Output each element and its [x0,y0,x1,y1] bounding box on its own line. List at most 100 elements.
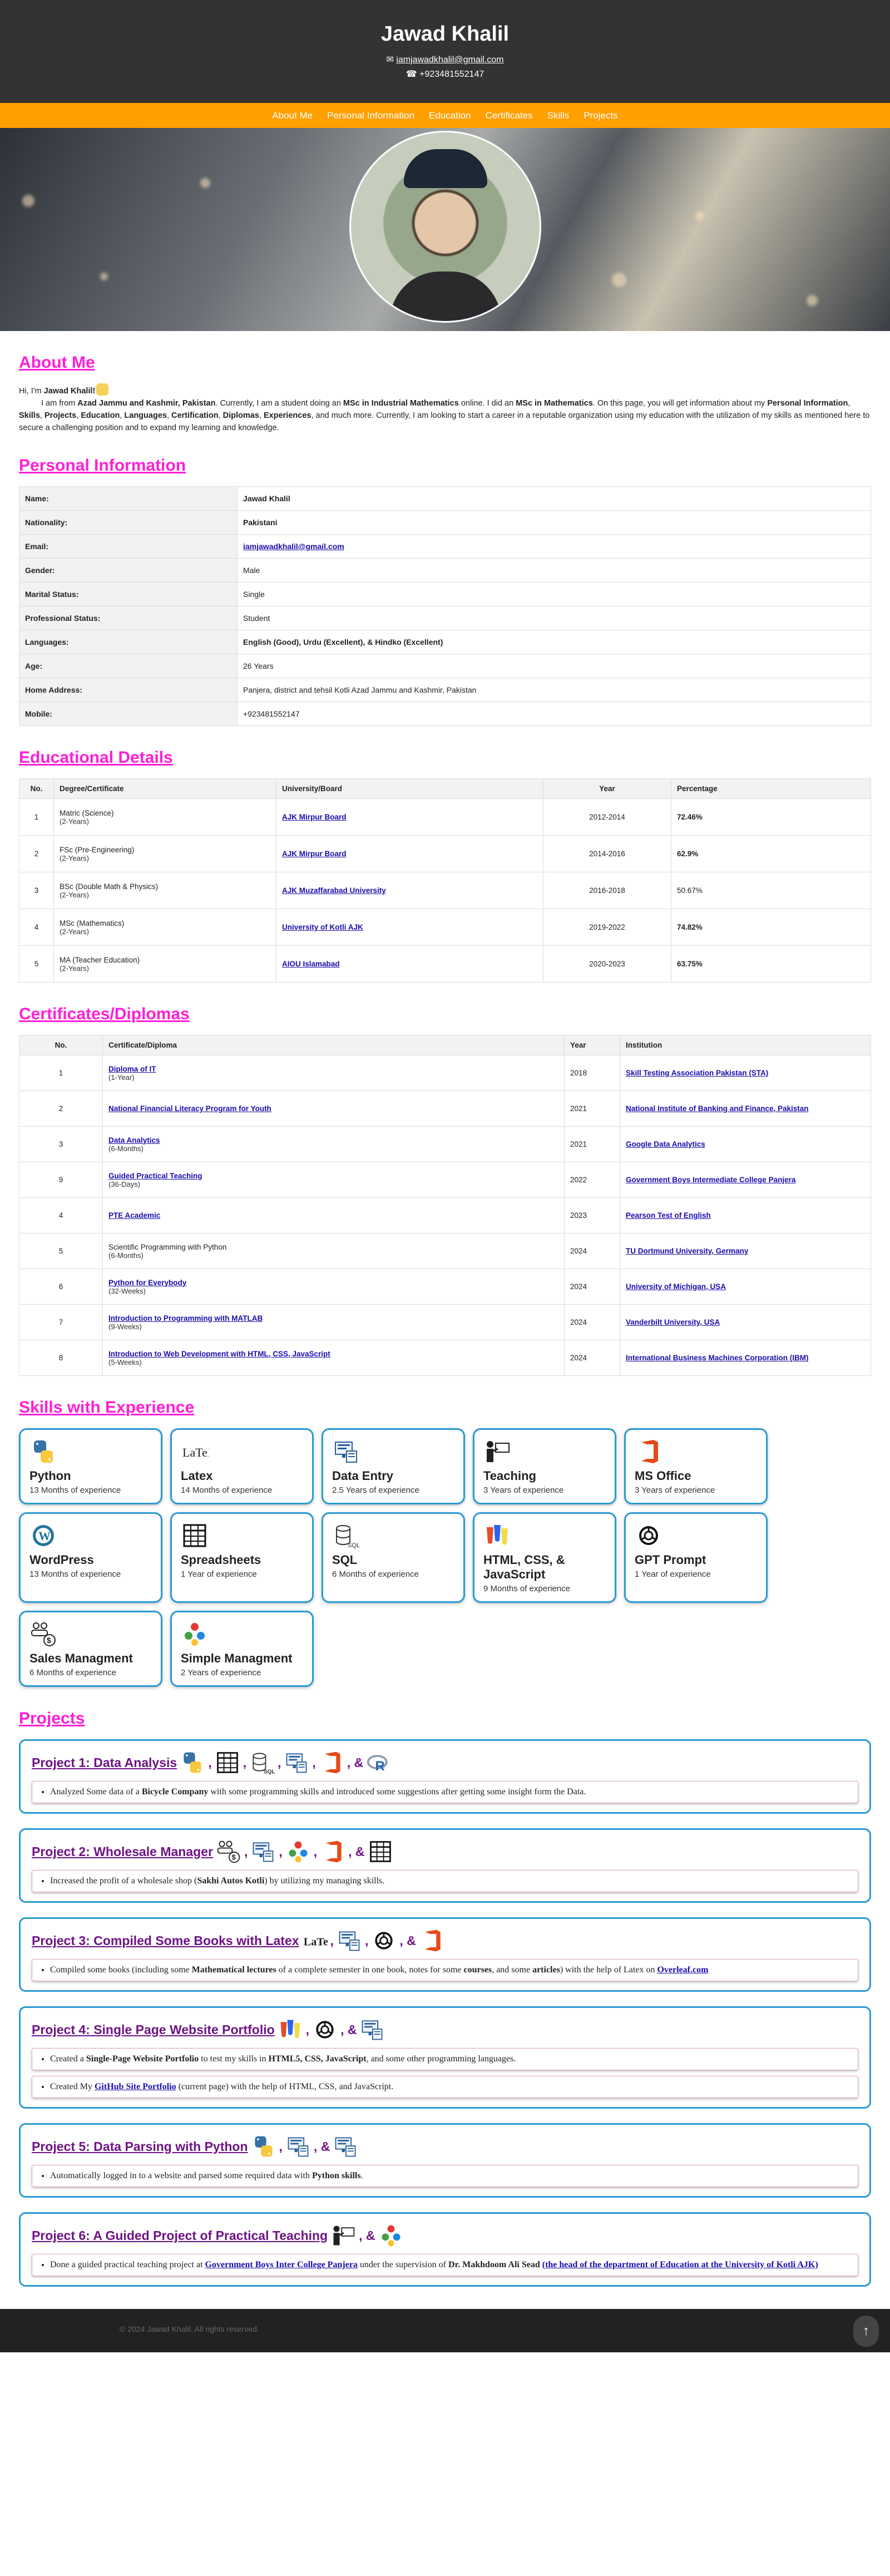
skill-card[interactable]: HTML, CSS, & JavaScript 9 Months of exper… [473,1512,616,1603]
separator: , [313,1844,318,1859]
certificate-duration: (6-Months) [108,1251,144,1260]
institution-cell: Pearson Test of English [620,1197,871,1233]
certificate-link[interactable]: Diploma of IT [108,1065,156,1073]
certificate-link[interactable]: Introduction to Web Development with HTM… [108,1350,330,1358]
percentage-value: 50.67% [677,886,703,895]
year-cell: 2021 [564,1090,620,1127]
institution-link[interactable]: Vanderbilt University, USA [626,1318,720,1326]
certificate-cell: Introduction to Programming with MATLAB(… [102,1304,565,1340]
skill-card[interactable]: Teaching 3 Years of experience [473,1428,616,1504]
certificate-link[interactable]: Introduction to Programming with MATLAB [108,1314,263,1322]
nav-link-certificates[interactable]: Certificates [486,110,533,121]
year-cell: 2020-2023 [543,945,671,983]
email-link[interactable]: iamjawadkhalil@gmail.com [243,542,344,551]
gpt-icon [639,1526,658,1545]
project-title-link[interactable]: Project 2: Wholesale Manager [32,1844,213,1859]
skill-card[interactable]: Simple Managment 2 Years of experience [170,1611,314,1687]
year-cell: 2022 [564,1162,620,1198]
institution-link[interactable]: National Institute of Banking and Financ… [626,1104,809,1113]
info-row: Nationality: Pakistani [19,510,871,535]
project-title-link[interactable]: Project 1: Data Analysis [32,1755,177,1770]
skill-experience: 13 Months of experience [29,1570,121,1579]
university-link[interactable]: AJK Mirpur Board [282,813,347,821]
skill-name: Sales Managment [29,1651,133,1665]
certificate-link[interactable]: Python for Everybody [108,1279,186,1287]
project-title-link[interactable]: Project 4: Single Page Website Portfolio [32,2022,275,2037]
nav-link-personal-information[interactable]: Personal Information [327,110,414,121]
skill-card[interactable]: Python 13 Months of experience [19,1428,162,1504]
institution-link[interactable]: Google Data Analytics [626,1140,705,1148]
institution-cell: TU Dortmund University, Germany [620,1233,871,1269]
email-link[interactable]: iamjawadkhalil@gmail.com [396,55,503,65]
inline-link[interactable]: Overleaf.com [657,1965,708,1975]
skill-card[interactable]: W WordPress 13 Months of experience [19,1512,162,1603]
project-card: Project 3: Compiled Some Books with Late… [19,1917,871,1992]
back-to-top-button[interactable]: ↑ [853,2316,879,2347]
institution-cell: National Institute of Banking and Financ… [620,1090,871,1127]
percentage-cell: 72.46% [671,798,871,836]
svg-text:R: R [375,1759,385,1774]
nav-link-about-me[interactable]: About Me [272,110,313,121]
institution-link[interactable]: International Business Machines Corporat… [626,1354,809,1362]
info-row: Languages: English (Good), Urdu (Excellen… [19,630,871,654]
institution-link[interactable]: University of Michigan, USA [626,1282,726,1291]
university-link[interactable]: AJK Muzaffarabad University [282,886,386,895]
university-link[interactable]: AIOU Islamabad [282,960,340,968]
inline-link[interactable]: Government Boys Inter College Panjera [205,2260,358,2269]
skill-card[interactable]: Spreadsheets 1 Year of experience [170,1512,314,1603]
info-value-text: Pakistani [243,518,278,527]
project-title-link[interactable]: Project 3: Compiled Some Books with Late… [32,1933,299,1948]
year-cell: 2019-2022 [543,909,671,946]
nav-link-projects[interactable]: Projects [584,110,617,121]
university-link[interactable]: University of Kotli AJK [282,923,363,931]
percentage-cell: 63.75% [671,945,871,983]
certificate-link[interactable]: PTE Academic [108,1211,160,1220]
separator: , [279,2139,283,2154]
info-label: Name: [19,486,238,511]
skill-icon-wrap: LaTeX [181,1438,216,1465]
skill-name: Latex [181,1469,213,1483]
skill-card[interactable]: GPT Prompt 1 Year of experience [624,1512,768,1603]
university-cell: AJK Mirpur Board [276,835,543,872]
separator: , & [359,2228,375,2243]
institution-link[interactable]: TU Dortmund University, Germany [626,1247,748,1255]
skill-card[interactable]: LaTeX Latex 14 Months of experience [170,1428,314,1504]
project-title-link[interactable]: Project 6: A Guided Project of Practical… [32,2228,328,2243]
nav-link-education[interactable]: Education [429,110,471,121]
skill-card[interactable]: MS Office 3 Years of experience [624,1428,768,1504]
project-icons: , , & [251,2134,359,2159]
skill-card[interactable]: SQL SQL 6 Months of experience [322,1512,465,1603]
project-title-link[interactable]: Project 5: Data Parsing with Python [32,2139,248,2154]
project-title: Project 2: Wholesale Manager $,,, , & [32,1839,858,1864]
inline-link[interactable]: GitHub Site Portfolio [95,2082,176,2091]
degree-duration: (2-Years) [60,853,89,862]
certificate-cell: Data Analytics (6-Months) [102,1126,565,1162]
institution-link[interactable]: Pearson Test of English [626,1211,711,1220]
institution-link[interactable]: Government Boys Intermediate College Pan… [626,1176,795,1184]
latex-icon: LaTeX [182,1445,216,1459]
skill-experience: 3 Years of experience [483,1486,564,1495]
inline-link[interactable]: (the head of the department of Education… [542,2260,818,2269]
university-link[interactable]: AJK Mirpur Board [282,850,347,858]
skill-card[interactable]: $ Sales Managment 6 Months of experience [19,1611,162,1687]
skills-section: Skills with Experience Python 13 Months o… [19,1398,871,1687]
skill-icon-wrap: SQL [332,1522,360,1549]
institution-link[interactable]: Skill Testing Association Pakistan (STA) [626,1069,768,1077]
certificate-link[interactable]: Guided Practical Teaching [108,1172,202,1180]
svg-text:SQL: SQL [348,1542,360,1549]
bold-text: MSc in Industrial Mathematics [343,399,459,408]
nav-link-skills[interactable]: Skills [547,110,570,121]
skill-card[interactable]: Data Entry 2.5 Years of experience [322,1428,465,1504]
table-row: 9 Guided Practical Teaching (36-Days) 2022 G… [19,1162,871,1198]
year-cell: 2024 [564,1304,620,1340]
svg-text:$: $ [231,1853,235,1862]
skill-icon-wrap [29,1438,57,1465]
info-value: Panjera, district and tehsil Kotli Azad … [237,678,871,702]
separator: , [208,1755,212,1770]
certificate-link[interactable]: Data Analytics [108,1136,160,1144]
project-icons: LaTeX,, , & [302,1928,444,1953]
row-number: 8 [19,1340,103,1376]
info-label: Marital Status: [19,582,238,606]
info-row: Name: Jawad Khalil [19,486,871,511]
certificate-link[interactable]: National Financial Literacy Program for … [108,1104,271,1113]
